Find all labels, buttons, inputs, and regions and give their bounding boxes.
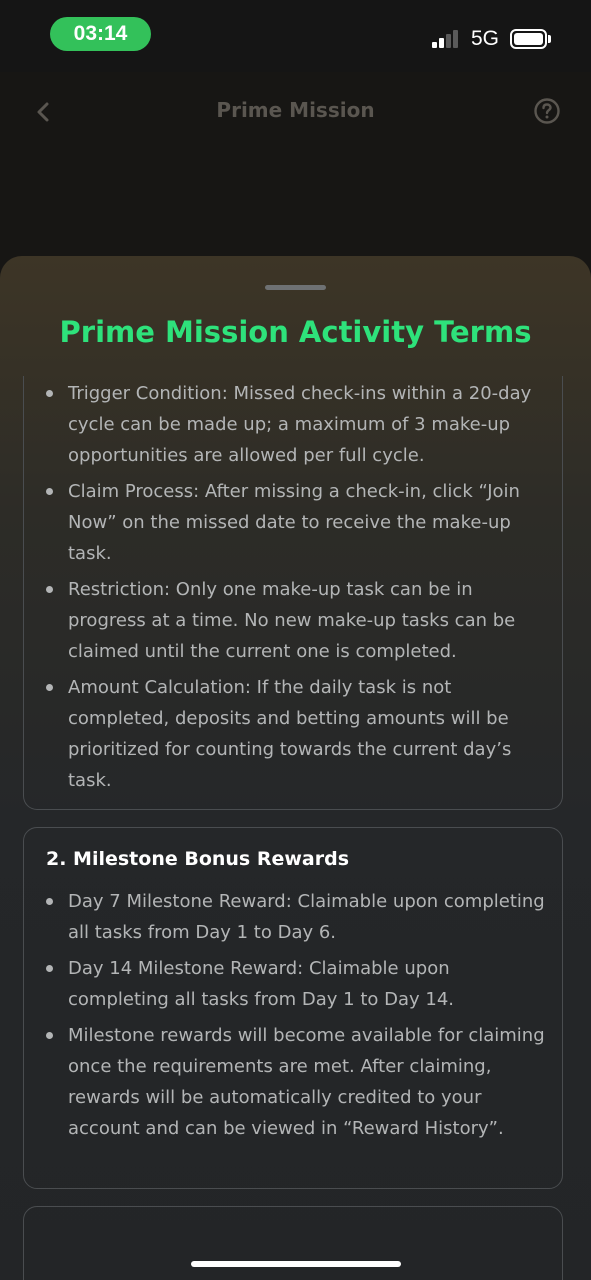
list-item: Day 14 Milestone Reward: Claimable upon …	[46, 953, 556, 1015]
bullet-icon	[46, 390, 53, 397]
battery-icon	[510, 29, 547, 49]
list-item: Trigger Condition: Missed check-ins with…	[46, 378, 556, 471]
terms-card-section-2: 2. Milestone Bonus Rewards Day 7 Milesto…	[23, 827, 563, 1189]
sheet-title: Prime Mission Activity Terms	[59, 315, 532, 349]
section-2-list: Day 7 Milestone Reward: Claimable upon c…	[46, 886, 556, 1149]
status-bar: 03:14 5G	[0, 0, 591, 72]
terms-scroll-area[interactable]: Trigger Condition: Missed check-ins with…	[0, 376, 591, 1280]
question-circle-icon[interactable]	[533, 97, 561, 125]
terms-sheet: Prime Mission Activity Terms Trigger Con…	[0, 256, 591, 1280]
list-item: Claim Process: After missing a check-in,…	[46, 476, 556, 569]
list-item: Restriction: Only one make-up task can b…	[46, 574, 556, 667]
battery-tip	[548, 35, 551, 43]
bullet-icon	[46, 898, 53, 905]
network-type-label: 5G	[471, 27, 500, 50]
cellular-signal-icon	[432, 30, 462, 48]
status-time[interactable]: 03:14	[50, 17, 151, 51]
page-title: Prime Mission	[216, 98, 375, 122]
list-item: Amount Calculation: If the daily task is…	[46, 672, 556, 796]
bullet-icon	[46, 1032, 53, 1039]
bullet-icon	[46, 965, 53, 972]
sheet-grabber[interactable]	[265, 285, 326, 290]
terms-card-section-3	[23, 1206, 563, 1280]
section-heading: 2. Milestone Bonus Rewards	[46, 848, 350, 870]
bullet-icon	[46, 586, 53, 593]
section-1-list: Trigger Condition: Missed check-ins with…	[46, 378, 556, 801]
bullet-icon	[46, 488, 53, 495]
list-item: Day 7 Milestone Reward: Claimable upon c…	[46, 886, 556, 948]
home-indicator[interactable]	[191, 1261, 401, 1267]
terms-card-section-1: Trigger Condition: Missed check-ins with…	[23, 376, 563, 810]
list-item: Milestone rewards will become available …	[46, 1020, 556, 1144]
bullet-icon	[46, 684, 53, 691]
